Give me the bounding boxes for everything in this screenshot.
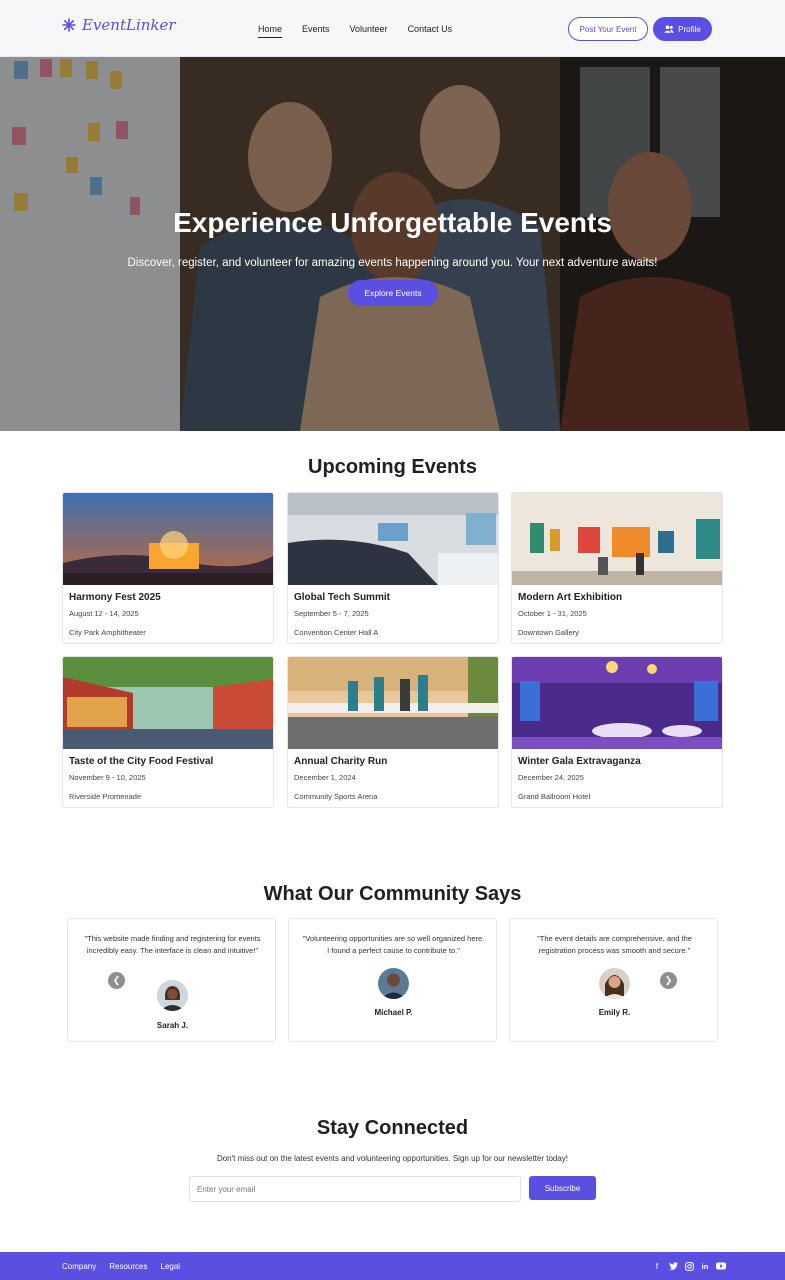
testimonial-quote: "The event details are comprehensive, an…: [537, 934, 692, 955]
footer-links: Company Resources Legal: [62, 1262, 180, 1271]
social-icons: f in: [652, 1261, 726, 1271]
users-icon: [664, 25, 674, 33]
event-date: October 1 - 31, 2025: [518, 609, 587, 618]
testimonial-name: Sarah J.: [156, 1021, 189, 1030]
event-title: Annual Charity Run: [294, 756, 388, 767]
brand-name: EventLinker: [82, 16, 176, 34]
event-location: Community Sports Arena: [294, 792, 378, 801]
hero-subtitle: Discover, register, and volunteer for am…: [127, 257, 658, 269]
page: EventLinker Home Events Volunteer Contac…: [0, 0, 785, 1280]
event-date: December 1, 2024: [294, 773, 356, 782]
event-location: Downtown Gallery: [518, 628, 579, 637]
testimonial-quote: "Volunteering opportunities are so well …: [302, 934, 485, 955]
testimonial-quote: "This website made finding and registeri…: [84, 934, 261, 955]
event-image-food-festival: [63, 657, 273, 749]
hero-banner: Experience Unforgettable Events Discover…: [0, 57, 785, 431]
event-image-charity-run: [288, 657, 498, 749]
twitter-icon[interactable]: [668, 1261, 678, 1271]
carousel-prev-button[interactable]: ❮: [108, 972, 125, 989]
newsletter-subtitle: Don't miss out on the latest events and …: [216, 1154, 569, 1163]
profile-button[interactable]: Profile: [653, 17, 712, 41]
event-date: August 12 - 14, 2025: [69, 609, 139, 618]
footer-legal-link[interactable]: Legal: [161, 1262, 181, 1271]
subscribe-button[interactable]: Subscribe: [529, 1176, 596, 1200]
event-card[interactable]: Taste of the City Food Festival November…: [62, 656, 274, 808]
testimonial-card: "This website made finding and registeri…: [67, 918, 276, 1042]
event-card[interactable]: Harmony Fest 2025 August 12 - 14, 2025 C…: [62, 492, 274, 644]
brand-logo[interactable]: EventLinker: [62, 16, 176, 34]
chevron-right-icon: ❯: [664, 975, 673, 985]
event-image-concert: [63, 493, 273, 585]
event-location: City Park Amphitheater: [69, 628, 146, 637]
event-date: December 24, 2025: [518, 773, 584, 782]
event-image-gallery: [512, 493, 722, 585]
testimonial-name: Emily R.: [598, 1008, 631, 1017]
nav-contact-link[interactable]: Contact Us: [408, 24, 453, 38]
linkedin-icon[interactable]: in: [700, 1261, 710, 1271]
avatar: [157, 980, 188, 1011]
event-card[interactable]: Winter Gala Extravaganza December 24, 20…: [511, 656, 723, 808]
event-location: Riverside Promenade: [69, 792, 142, 801]
facebook-icon[interactable]: f: [652, 1261, 662, 1271]
event-location: Grand Ballroom Hotel: [518, 792, 591, 801]
footer-company-link[interactable]: Company: [62, 1262, 96, 1271]
nav-links: Home Events Volunteer Contact Us: [258, 24, 452, 38]
event-title: Harmony Fest 2025: [69, 592, 161, 603]
event-card[interactable]: Modern Art Exhibition October 1 - 31, 20…: [511, 492, 723, 644]
chevron-left-icon: ❮: [112, 975, 121, 985]
nav-volunteer-link[interactable]: Volunteer: [350, 24, 388, 38]
testimonial-name: Michael P.: [374, 1008, 413, 1017]
event-title: Global Tech Summit: [294, 592, 390, 603]
profile-button-label: Profile: [678, 24, 701, 34]
event-date: September 5 - 7, 2025: [294, 609, 369, 618]
email-input[interactable]: Enter your email: [189, 1176, 521, 1202]
footer: Company Resources Legal f in: [0, 1252, 785, 1280]
event-card[interactable]: Global Tech Summit September 5 - 7, 2025…: [287, 492, 499, 644]
upcoming-events-title: Upcoming Events: [308, 456, 477, 478]
testimonials-title: What Our Community Says: [263, 883, 522, 905]
youtube-icon[interactable]: [716, 1261, 726, 1271]
event-title: Winter Gala Extravaganza: [518, 756, 641, 767]
event-location: Convention Center Hall A: [294, 628, 379, 637]
top-navbar: EventLinker Home Events Volunteer Contac…: [0, 0, 785, 57]
sparkle-logo-icon: [62, 18, 76, 32]
event-card[interactable]: Annual Charity Run December 1, 2024 Comm…: [287, 656, 499, 808]
nav-home-link[interactable]: Home: [258, 24, 283, 38]
testimonial-card: "Volunteering opportunities are so well …: [288, 918, 497, 1042]
event-date: November 9 - 10, 2025: [69, 773, 146, 782]
event-title: Taste of the City Food Festival: [69, 756, 214, 767]
instagram-icon[interactable]: [684, 1261, 694, 1271]
avatar: [378, 968, 409, 999]
avatar: [599, 968, 630, 999]
hero-title: Experience Unforgettable Events: [173, 207, 612, 238]
testimonial-card: "The event details are comprehensive, an…: [509, 918, 718, 1042]
nav-events-link[interactable]: Events: [302, 24, 330, 38]
carousel-next-button[interactable]: ❯: [660, 972, 677, 989]
event-title: Modern Art Exhibition: [518, 592, 623, 603]
explore-events-button[interactable]: Explore Events: [348, 280, 438, 306]
event-image-conference: [288, 493, 498, 585]
footer-resources-link[interactable]: Resources: [109, 1262, 147, 1271]
hero-overlay: [0, 57, 785, 431]
event-image-gala: [512, 657, 722, 749]
newsletter-title: Stay Connected: [316, 1117, 469, 1139]
post-event-button[interactable]: Post Your Event: [568, 17, 648, 41]
